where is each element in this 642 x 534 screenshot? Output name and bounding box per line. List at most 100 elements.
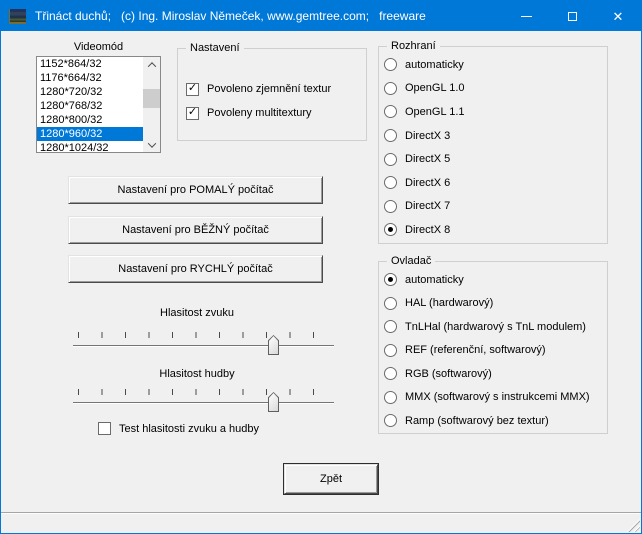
- sound-volume-slider[interactable]: [58, 329, 336, 361]
- checkbox-volume-test[interactable]: ✓ Test hlasitosti zvuku a hudby: [98, 422, 259, 435]
- radio-circle[interactable]: [384, 414, 397, 427]
- radio-circle[interactable]: [384, 223, 397, 236]
- preset-normal-button[interactable]: Nastavení pro BĚŽNÝ počítač: [68, 216, 323, 244]
- radio-directx-5[interactable]: DirectX 5: [384, 147, 604, 171]
- status-bar: [1, 512, 641, 533]
- close-icon: ✕: [613, 10, 624, 23]
- radio-circle[interactable]: [384, 273, 397, 286]
- preset-fast-button[interactable]: Nastavení pro RYCHLÝ počítač: [68, 255, 323, 283]
- checkbox-box[interactable]: ✓: [186, 107, 199, 120]
- check-icon: ✓: [188, 107, 197, 118]
- videomode-option[interactable]: 1176*664/32: [37, 71, 143, 85]
- radio-driver-ramp[interactable]: Ramp (softwarový bez textur): [384, 409, 604, 433]
- scroll-up-button[interactable]: [143, 57, 160, 72]
- checkbox-label: Test hlasitosti zvuku a hudby: [119, 423, 259, 435]
- settings-group-rows: ✓ Povoleno zjemnění textur ✓ Povoleny mu…: [186, 77, 362, 125]
- maximize-button[interactable]: [549, 1, 595, 31]
- radio-directx-6[interactable]: DirectX 6: [384, 171, 604, 195]
- radio-label: OpenGL 1.1: [405, 106, 465, 118]
- radio-circle[interactable]: [384, 153, 397, 166]
- checkbox-multitextures[interactable]: ✓ Povoleny multitextury: [186, 101, 362, 125]
- videomode-option[interactable]: 1280*800/32: [37, 113, 143, 127]
- back-button[interactable]: Zpět: [284, 464, 378, 494]
- radio-circle[interactable]: [384, 200, 397, 213]
- radio-label: REF (referenční, softwarový): [405, 344, 546, 356]
- radio-label: DirectX 5: [405, 153, 450, 165]
- resize-grip[interactable]: [627, 519, 640, 532]
- radio-label: automaticky: [405, 274, 464, 286]
- checkbox-box[interactable]: ✓: [186, 83, 199, 96]
- music-volume-slider[interactable]: [58, 386, 336, 418]
- chevron-down-icon: [147, 139, 155, 147]
- radio-circle[interactable]: [384, 320, 397, 333]
- radio-driver-ref[interactable]: REF (referenční, softwarový): [384, 339, 604, 363]
- radio-label: MMX (softwarový s instrukcemi MMX): [405, 391, 590, 403]
- radio-driver-mmx[interactable]: MMX (softwarový s instrukcemi MMX): [384, 386, 604, 410]
- driver-group: Ovladač automaticky HAL (hardwarový) TnL…: [378, 261, 608, 434]
- videomode-listbox[interactable]: 1152*864/32 1176*664/32 1280*720/32 1280…: [36, 56, 161, 153]
- radio-circle[interactable]: [384, 176, 397, 189]
- radio-driver-rgb[interactable]: RGB (softwarový): [384, 362, 604, 386]
- window-controls: ✕: [503, 1, 641, 31]
- radio-circle[interactable]: [384, 58, 397, 71]
- radio-label: TnLHal (hardwarový s TnL modulem): [405, 321, 586, 333]
- checkbox-label: Povoleny multitextury: [207, 107, 312, 119]
- sound-volume-label: Hlasitost zvuku: [58, 307, 336, 319]
- slider-track[interactable]: [73, 345, 334, 347]
- radio-directx-3[interactable]: DirectX 3: [384, 124, 604, 148]
- close-button[interactable]: ✕: [595, 1, 641, 31]
- radio-driver-tnlhal[interactable]: TnLHal (hardwarový s TnL modulem): [384, 315, 604, 339]
- app-icon: [9, 9, 26, 24]
- videomode-scrollbar[interactable]: [143, 57, 160, 152]
- videomode-option-selected[interactable]: 1280*960/32: [37, 127, 143, 141]
- radio-label: OpenGL 1.0: [405, 82, 465, 94]
- radio-circle[interactable]: [384, 391, 397, 404]
- radio-dot-icon: [388, 277, 393, 282]
- videomode-option[interactable]: 1280*768/32: [37, 99, 143, 113]
- radio-label: RGB (softwarový): [405, 368, 492, 380]
- radio-opengl-10[interactable]: OpenGL 1.0: [384, 77, 604, 101]
- titlebar[interactable]: Třináct duchů; (c) Ing. Miroslav Němeček…: [1, 1, 641, 31]
- interface-group-rows: automaticky OpenGL 1.0 OpenGL 1.1 Direct…: [384, 53, 604, 242]
- radio-circle[interactable]: [384, 129, 397, 142]
- radio-opengl-11[interactable]: OpenGL 1.1: [384, 100, 604, 124]
- radio-label: automaticky: [405, 59, 464, 71]
- radio-label: DirectX 6: [405, 177, 450, 189]
- minimize-button[interactable]: [503, 1, 549, 31]
- maximize-icon: [568, 12, 577, 21]
- music-volume-label: Hlasitost hudby: [58, 368, 336, 380]
- radio-circle[interactable]: [384, 367, 397, 380]
- check-icon: ✓: [188, 83, 197, 94]
- radio-circle[interactable]: [384, 297, 397, 310]
- videomode-option[interactable]: 1152*864/32: [37, 57, 143, 71]
- radio-circle[interactable]: [384, 105, 397, 118]
- chevron-up-icon: [147, 62, 155, 70]
- radio-driver-hal[interactable]: HAL (hardwarový): [384, 292, 604, 316]
- window-title: Třináct duchů; (c) Ing. Miroslav Němeček…: [35, 9, 503, 23]
- settings-group: Nastavení ✓ Povoleno zjemnění textur ✓ P…: [177, 48, 367, 141]
- scrollbar-thumb[interactable]: [143, 89, 160, 108]
- radio-directx-7[interactable]: DirectX 7: [384, 195, 604, 219]
- slider-track[interactable]: [73, 402, 334, 404]
- minimize-icon: [521, 16, 532, 17]
- radio-directx-8-selected[interactable]: DirectX 8: [384, 218, 604, 242]
- radio-circle[interactable]: [384, 344, 397, 357]
- radio-driver-auto-selected[interactable]: automaticky: [384, 268, 604, 292]
- radio-interface-auto[interactable]: automaticky: [384, 53, 604, 77]
- radio-label: DirectX 3: [405, 130, 450, 142]
- preset-slow-button[interactable]: Nastavení pro POMALÝ počítač: [68, 176, 323, 204]
- radio-circle[interactable]: [384, 82, 397, 95]
- videomode-option[interactable]: 1280*1024/32: [37, 141, 143, 152]
- videomode-option[interactable]: 1280*720/32: [37, 85, 143, 99]
- radio-label: DirectX 8: [405, 224, 450, 236]
- music-volume-thumb[interactable]: [268, 392, 279, 412]
- driver-group-label: Ovladač: [387, 255, 435, 267]
- checkbox-label: Povoleno zjemnění textur: [207, 83, 331, 95]
- interface-group: Rozhraní automaticky OpenGL 1.0 OpenGL 1…: [378, 46, 608, 244]
- videomode-list: 1152*864/32 1176*664/32 1280*720/32 1280…: [37, 57, 143, 152]
- checkbox-box[interactable]: ✓: [98, 422, 111, 435]
- scroll-down-button[interactable]: [143, 137, 160, 152]
- sound-volume-thumb[interactable]: [268, 335, 279, 355]
- checkbox-texture-smoothing[interactable]: ✓ Povoleno zjemnění textur: [186, 77, 362, 101]
- app-window: Třináct duchů; (c) Ing. Miroslav Němeček…: [0, 0, 642, 534]
